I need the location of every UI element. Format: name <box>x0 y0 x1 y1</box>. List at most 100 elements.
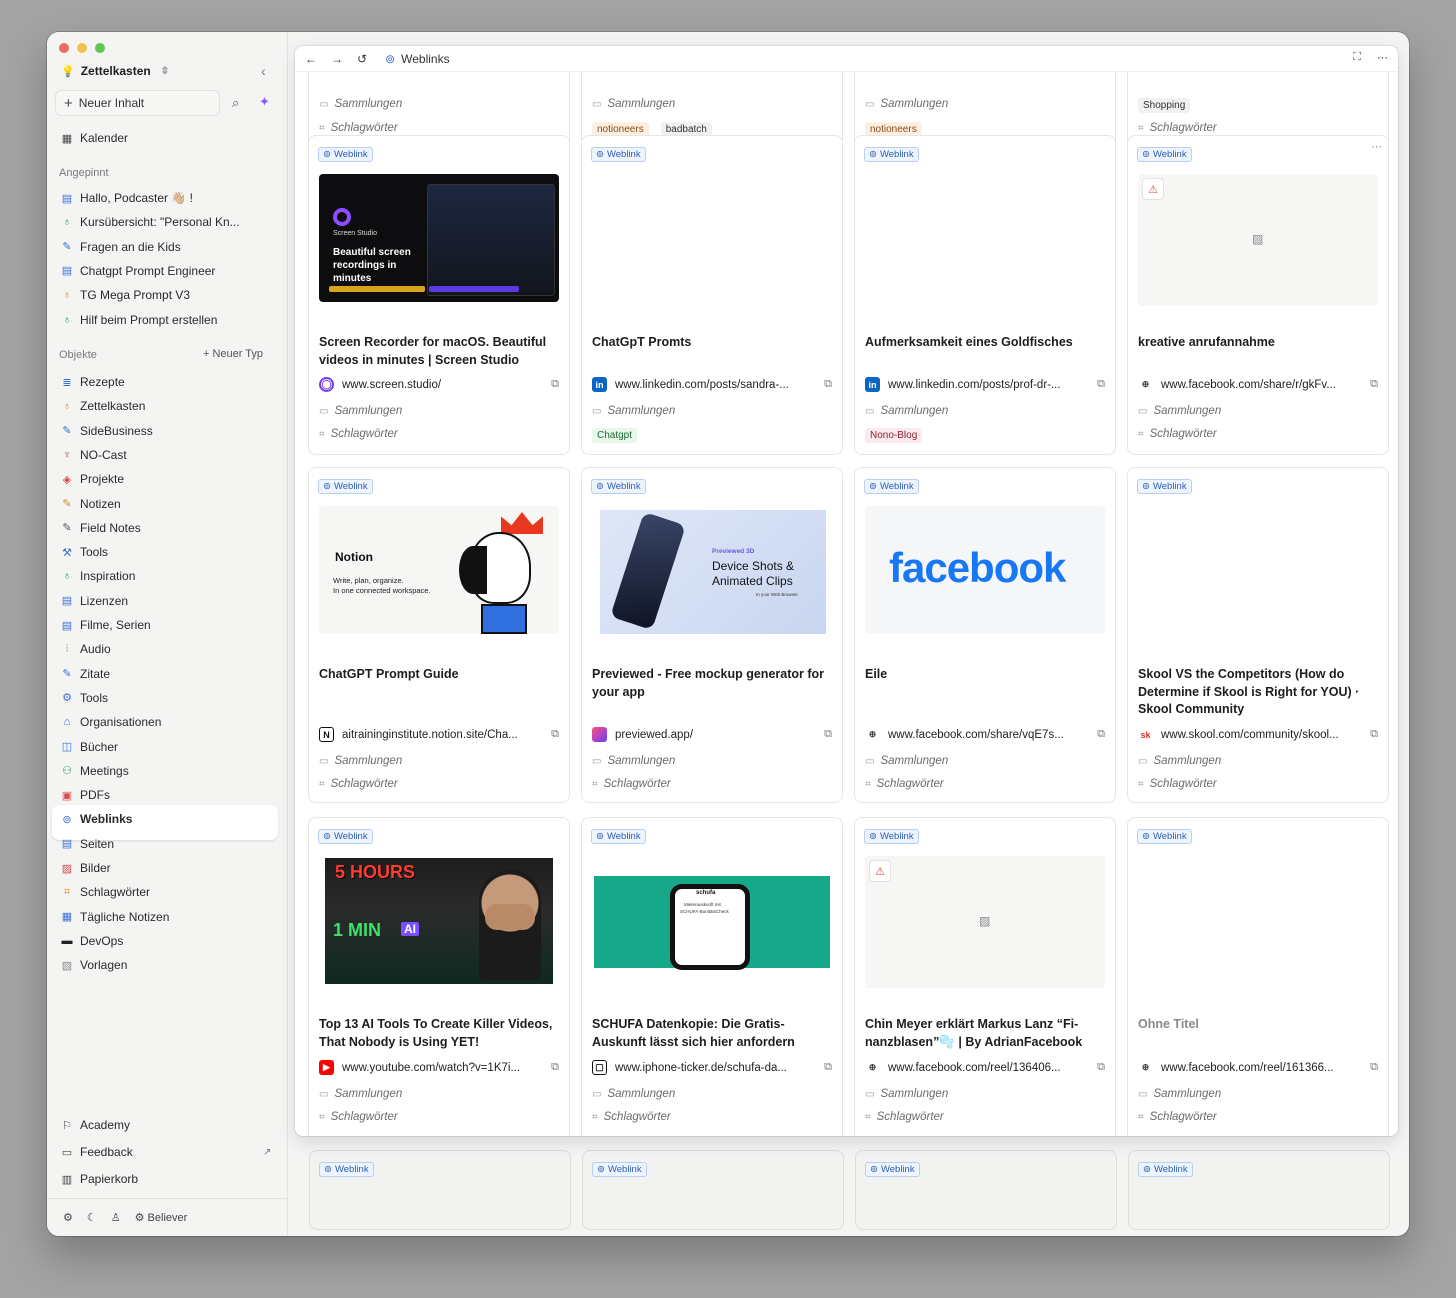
weblink-card[interactable]: ⊚ Weblink Notion Write, plan, organize. In o… <box>308 467 570 803</box>
sidebar-item-vorlagen[interactable]: ▧ Vorlagen <box>61 955 128 975</box>
weblink-card[interactable]: ⊚ Weblink Screen Studio Beautiful screen re… <box>308 135 570 455</box>
collections-row[interactable]: Shopping <box>1138 98 1196 113</box>
collections-row[interactable]: ▭ Sammlungen <box>319 755 402 767</box>
url-row[interactable]: in www.linkedin.com/posts/sandra-... ⧉ <box>592 377 832 392</box>
weblink-card[interactable]: ⊚ Weblink Ohne Titel ⊕ www.facebook.com/reel… <box>1127 817 1389 1136</box>
collections-row[interactable]: ▭ Sammlungen <box>865 98 948 110</box>
tag-chip[interactable]: Chatgpt <box>592 428 638 443</box>
sidebar-item-no-cast[interactable]: ♆ NO-Cast <box>61 445 127 465</box>
url-row[interactable]: ⊕ www.facebook.com/share/vqE7s... ⧉ <box>865 727 1105 742</box>
sidebar-item-sidebusiness[interactable]: ✎ SideBusiness <box>61 421 152 441</box>
open-external-icon[interactable]: ⧉ <box>551 728 559 741</box>
profile-icon[interactable]: ♙ <box>111 1211 121 1224</box>
url-row[interactable]: ⊕ www.facebook.com/reel/136406... ⧉ <box>865 1060 1105 1075</box>
zoom-window-button[interactable] <box>95 43 105 53</box>
collections-row[interactable]: ▭ Sammlungen <box>592 98 675 110</box>
collections-row[interactable]: ▭ Sammlungen <box>865 1088 948 1100</box>
collections-row[interactable]: ▭ Sammlungen <box>1138 1088 1221 1100</box>
sidebar-pinned-item[interactable]: ✎ Fragen an die Kids <box>61 237 180 257</box>
link-preview-image[interactable]: schufa Mieterauskunft mit SCHUFA-BonitätsC… <box>592 856 832 984</box>
collections-row[interactable]: ▭ Sammlungen <box>865 755 948 767</box>
sidebar-pinned-item[interactable]: ♁ Kursübersicht: "Personal Kn... <box>61 212 240 232</box>
sidebar-item-seiten[interactable]: ▤ Seiten <box>61 834 114 854</box>
tags-row[interactable]: ⌗ Schlagwörter <box>319 122 398 134</box>
collections-row[interactable]: ▭ Sammlungen <box>1138 405 1221 417</box>
sidebar-item-zitate[interactable]: ✎ Zitate <box>61 664 110 684</box>
tags-row[interactable]: ⌗ Schlagwörter <box>1138 1111 1217 1123</box>
settings-icon[interactable]: ⚙ <box>63 1211 73 1224</box>
url-row[interactable]: previewed.app/ ⧉ <box>592 727 832 742</box>
collections-row[interactable]: ▭ Sammlungen <box>592 755 675 767</box>
tags-row[interactable]: ⌗ Schlagwörter <box>1138 428 1217 440</box>
tags-row[interactable]: ⌗ Schlagwörter <box>865 1111 944 1123</box>
minimize-window-button[interactable] <box>77 43 87 53</box>
link-preview-image[interactable]: Previewed 3D Device Shots & Animated Clips… <box>592 506 832 634</box>
collections-row[interactable]: ▭ Sammlungen <box>319 98 402 110</box>
collections-row[interactable]: ▭ Sammlungen <box>592 1088 675 1100</box>
collections-row[interactable]: ▭ Sammlungen <box>319 1088 402 1100</box>
close-window-button[interactable] <box>59 43 69 53</box>
link-preview-image[interactable]: 5 HOURS 1 MIN AI <box>319 856 559 984</box>
more-icon[interactable]: ⋯ <box>1377 51 1388 64</box>
tags-row[interactable]: ⌗ Schlagwörter <box>319 1111 398 1123</box>
link-preview-image[interactable]: facebook <box>865 506 1105 634</box>
open-external-icon[interactable]: ⧉ <box>1097 1061 1105 1074</box>
sidebar-item-filme-serien[interactable]: ▤ Filme, Serien <box>61 615 151 635</box>
sidebar-item-organisationen[interactable]: ⌂ Organisationen <box>61 712 162 732</box>
tags-row[interactable]: ⌗ Schlagwörter <box>592 1111 671 1123</box>
sidebar-item-notizen[interactable]: ✎ Notizen <box>61 494 120 514</box>
card-title[interactable]: Skool VS the Competitors (How do Determi… <box>1138 666 1378 719</box>
open-external-icon[interactable]: ⧉ <box>824 1061 832 1074</box>
sidebar-item-b-cher[interactable]: ◫ Bücher <box>61 737 118 757</box>
card-title[interactable]: kreative anrufannahme <box>1138 334 1378 352</box>
search-icon[interactable]: ⌕ <box>232 95 239 111</box>
sidebar-item-lizenzen[interactable]: ▤ Lizenzen <box>61 591 128 611</box>
sidebar-item-inspiration[interactable]: ♁ Inspiration <box>61 566 136 586</box>
user-badge[interactable]: ⚙ Believer <box>135 1211 188 1224</box>
sidebar-item-tools[interactable]: ⚒ Tools <box>61 542 108 562</box>
card-title[interactable]: Aufmerksamkeit eines Goldfisches <box>865 334 1105 352</box>
weblink-card[interactable]: ⊚ Weblink facebook Eile ⊕ www.facebook.com/sh… <box>854 467 1116 803</box>
ai-sparkle-icon[interactable]: ✦ <box>259 94 270 110</box>
new-type-button[interactable]: + Neuer Typ <box>203 348 263 360</box>
sidebar-item-t-gliche-notizen[interactable]: ▦ Tägliche Notizen <box>61 907 170 927</box>
card-title[interactable]: Eile <box>865 666 1105 684</box>
weblink-card[interactable]: ⊚ Weblink Previewed 3D Device Shots & Animat… <box>581 467 843 803</box>
card-title[interactable]: SCHUFA Datenkopie: Die Gratis-Auskunft l… <box>592 1016 832 1051</box>
url-row[interactable]: in www.linkedin.com/posts/prof-dr-... ⧉ <box>865 377 1105 392</box>
collections-row[interactable]: ▭ Sammlungen <box>865 405 948 417</box>
card-title[interactable]: Previewed - Free mockup generator for yo… <box>592 666 832 701</box>
tag-chip[interactable]: Nono-Blog <box>865 428 923 443</box>
sidebar-item-academy[interactable]: ⚐ Academy <box>61 1115 130 1135</box>
new-content-button[interactable]: + Neuer Inhalt <box>55 90 220 116</box>
weblink-card[interactable]: ⊚ Weblink ChatGpT Promts in www.linkedin.com… <box>581 135 843 455</box>
sidebar-item-feedback[interactable]: ▭ Feedback ↗ <box>61 1142 272 1162</box>
workspace-switcher[interactable]: 💡 Zettelkasten ⇳ <box>61 64 169 78</box>
weblink-card[interactable]: ⊚ Weblink 5 HOURS 1 MIN AI Top 13 AI Tools To… <box>308 817 570 1136</box>
url-row[interactable]: ⊕ www.facebook.com/reel/161366... ⧉ <box>1138 1060 1378 1075</box>
url-row[interactable]: Naitraininginstitute.notion.site/Cha... ⧉ <box>319 727 559 742</box>
sidebar-item-papierkorb[interactable]: ▥ Papierkorb <box>61 1169 138 1189</box>
tags-row[interactable]: ⌗ Schlagwörter <box>1138 122 1217 134</box>
open-external-icon[interactable]: ⧉ <box>1097 378 1105 391</box>
card-title[interactable]: ChatGPT Prompt Guide <box>319 666 559 684</box>
url-row[interactable]: sk www.skool.com/community/skool... ⧉ <box>1138 727 1378 742</box>
collapse-sidebar-icon[interactable]: ‹ <box>261 63 266 79</box>
open-external-icon[interactable]: ⧉ <box>824 728 832 741</box>
sidebar-pinned-item[interactable]: ♁ TG Mega Prompt V3 <box>61 285 190 305</box>
history-icon[interactable]: ↺ <box>357 52 367 66</box>
card-title[interactable]: Chin Meyer erklärt Markus Lanz “Fi-nanzb… <box>865 1016 1105 1051</box>
collections-row[interactable]: ▭ Sammlungen <box>1138 755 1221 767</box>
open-external-icon[interactable]: ⧉ <box>1370 378 1378 391</box>
sidebar-item-pdfs[interactable]: ▣ PDFs <box>61 785 110 805</box>
sidebar-item-field-notes[interactable]: ✎ Field Notes <box>61 518 140 538</box>
weblink-card[interactable]: ⊚ Weblink ⋯ ⚠ ▨ kreative anrufannahme ⊕ www.fac… <box>1127 135 1389 455</box>
forward-arrow-icon[interactable]: → <box>331 52 343 66</box>
weblink-card[interactable]: ⊚ Weblink Aufmerksamkeit eines Goldfisches… <box>854 135 1116 455</box>
weblink-card[interactable]: ⊚ Weblink Skool VS the Competitors (How do… <box>1127 467 1389 803</box>
open-external-icon[interactable]: ⧉ <box>1097 728 1105 741</box>
sidebar-item-projekte[interactable]: ◈ Projekte <box>61 469 124 489</box>
sidebar-item-weblinks[interactable]: ⊚ Weblinks <box>61 809 132 829</box>
tags-row[interactable]: ⌗ Schlagwörter <box>1138 778 1217 790</box>
back-arrow-icon[interactable]: ← <box>305 52 317 66</box>
